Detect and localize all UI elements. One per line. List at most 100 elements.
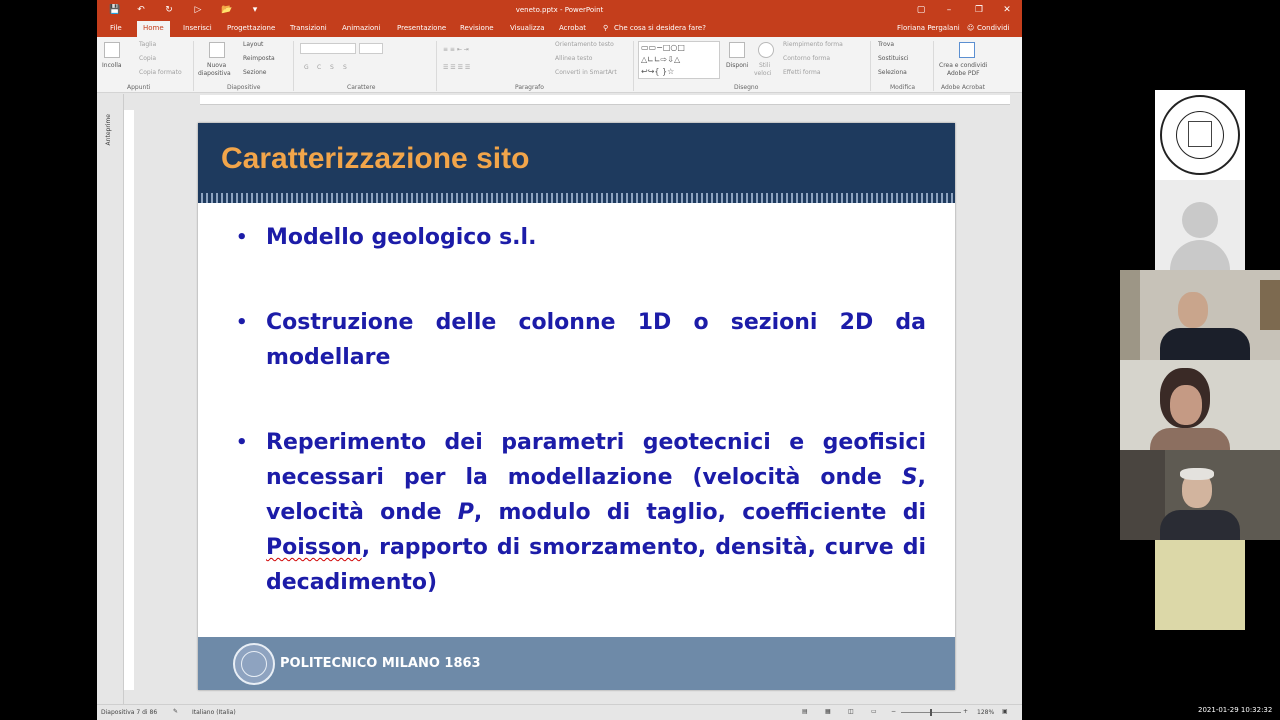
paste-icon[interactable] <box>104 42 120 58</box>
separator <box>293 41 294 91</box>
participant-tile-blank[interactable] <box>1155 540 1245 630</box>
spellcheck-icon[interactable]: ✎ <box>173 708 178 715</box>
shape-fill-button[interactable]: Riempimento forma <box>783 41 843 48</box>
participant-tile-avatar[interactable] <box>1155 180 1245 270</box>
minimize-icon[interactable]: – <box>943 4 955 16</box>
text-direction-button[interactable]: Orientamento testo <box>555 41 614 48</box>
shapes-gallery[interactable]: ▭▭−□○□ △∟∟⇨⇩△ ↩↪{ }☆ <box>638 41 720 79</box>
screen: 💾 ↶ ↻ ▷ 📂 ▾ veneto.pptx - PowerPoint ▢ –… <box>0 0 1280 720</box>
find-button[interactable]: Trova <box>878 41 894 48</box>
section-button[interactable]: Sezione <box>243 69 266 76</box>
vertical-ruler[interactable] <box>124 110 134 690</box>
title-bar: 💾 ↶ ↻ ▷ 📂 ▾ veneto.pptx - PowerPoint ▢ –… <box>97 0 1022 20</box>
arrange-icon[interactable] <box>729 42 745 58</box>
cut-button[interactable]: Taglia <box>139 41 156 48</box>
status-bar: Diapositiva 7 di 86 ✎ Italiano (Italia) … <box>97 704 1022 720</box>
p-wave-label: P <box>457 500 474 525</box>
avatar-body-icon <box>1170 240 1230 270</box>
close-icon[interactable]: ✕ <box>1001 4 1013 16</box>
zoom-in-icon[interactable]: + <box>963 708 968 715</box>
shape-effects-button[interactable]: Effetti forma <box>783 69 821 76</box>
quick-styles-icon[interactable] <box>758 42 774 58</box>
bullet-text-part: Reperimento dei parametri geotecnici e g… <box>266 430 926 490</box>
zoom-slider-thumb[interactable] <box>930 709 932 716</box>
slide-canvas[interactable]: Caratterizzazione sito • Modello geologi… <box>198 123 955 690</box>
italic-button[interactable]: C <box>317 64 321 71</box>
smartart-button[interactable]: Converti in SmartArt <box>555 69 617 76</box>
format-painter-button[interactable]: Copia formato <box>139 69 182 76</box>
zoom-level[interactable]: 128% <box>977 709 994 716</box>
align-text-button[interactable]: Allinea testo <box>555 55 592 62</box>
footer-text: POLITECNICO MILANO 1863 <box>280 656 481 671</box>
tab-transitions[interactable]: Transizioni <box>290 24 327 32</box>
select-button[interactable]: Seleziona <box>878 69 907 76</box>
participant-video-2[interactable] <box>1120 360 1280 450</box>
tell-me-box[interactable]: Che cosa si desidera fare? <box>614 24 706 32</box>
participant-video-3[interactable] <box>1120 450 1280 540</box>
powerpoint-window: 💾 ↶ ↻ ▷ 📂 ▾ veneto.pptx - PowerPoint ▢ –… <box>97 0 1022 720</box>
tab-home[interactable]: Home <box>137 21 170 37</box>
vertical-scrollbar[interactable] <box>1010 105 1020 690</box>
participant-tile-logo[interactable] <box>1155 90 1245 180</box>
layout-button[interactable]: Layout <box>243 41 263 48</box>
quick-styles-button-line2[interactable]: veloci <box>754 70 772 77</box>
tab-acrobat[interactable]: Acrobat <box>559 24 586 32</box>
group-label-slides: Diapositive <box>227 84 261 91</box>
underline-button[interactable]: S <box>330 64 334 71</box>
fit-slide-icon[interactable]: ▣ <box>1002 708 1008 715</box>
copy-button[interactable]: Copia <box>139 55 156 62</box>
ribbon-display-icon[interactable]: ▢ <box>915 4 927 16</box>
tab-design[interactable]: Progettazione <box>227 24 275 32</box>
replace-button[interactable]: Sostituisci <box>878 55 909 62</box>
reading-view-icon[interactable]: ◫ <box>848 708 854 715</box>
group-label-clipboard: Appunti <box>127 84 151 91</box>
s-wave-label: S <box>901 465 918 490</box>
create-pdf-button[interactable]: Crea e condividi <box>939 62 987 69</box>
tab-slideshow[interactable]: Presentazione <box>397 24 446 32</box>
group-label-paragraph: Paragrafo <box>515 84 544 91</box>
create-pdf-button-line2[interactable]: Adobe PDF <box>947 70 980 77</box>
separator <box>933 41 934 91</box>
bullet-text: Costruzione delle colonne 1D o sezioni 2… <box>266 310 926 370</box>
horizontal-ruler[interactable] <box>200 95 1010 105</box>
new-slide-button[interactable]: Nuova <box>207 62 226 69</box>
slideshow-view-icon[interactable]: ▭ <box>871 708 877 715</box>
paste-button[interactable]: Incolla <box>102 62 122 69</box>
bold-button[interactable]: G <box>304 64 309 71</box>
zoom-out-icon[interactable]: − <box>891 708 896 715</box>
arrange-button[interactable]: Disponi <box>726 62 748 69</box>
share-button[interactable]: Condividi <box>977 24 1009 32</box>
thumbnail-pane-label: Anteprime <box>105 114 112 146</box>
new-slide-button-line2[interactable]: diapositiva <box>198 70 231 77</box>
font-name-dropdown[interactable] <box>300 43 356 54</box>
strikethrough-button[interactable]: S <box>343 64 347 71</box>
language-indicator[interactable]: Italiano (Italia) <box>192 709 236 716</box>
font-size-dropdown[interactable] <box>359 43 383 54</box>
new-slide-icon[interactable] <box>209 42 225 58</box>
adobe-pdf-icon[interactable] <box>959 42 975 58</box>
slide-title[interactable]: Caratterizzazione sito <box>221 142 529 176</box>
tab-file[interactable]: File <box>110 24 122 32</box>
tab-review[interactable]: Revisione <box>460 24 494 32</box>
align-icons[interactable]: ☰ ☰ ☰ ☰ <box>443 64 470 71</box>
ribbon: Incolla Taglia Copia Copia formato Appun… <box>97 37 1022 93</box>
shape-outline-button[interactable]: Contorno forma <box>783 55 830 62</box>
quick-styles-button[interactable]: Stili <box>759 62 770 69</box>
participant-video-1[interactable] <box>1120 270 1280 360</box>
avatar-head-icon <box>1182 202 1218 238</box>
tab-insert[interactable]: Inserisci <box>183 24 212 32</box>
reset-button[interactable]: Reimposta <box>243 55 275 62</box>
slide-header-band: Caratterizzazione sito <box>198 123 955 203</box>
slide-sorter-icon[interactable]: ▦ <box>825 708 831 715</box>
document-title: veneto.pptx - PowerPoint <box>515 6 604 14</box>
bullets-icon[interactable]: ≡ ≡ ⇤ ⇥ <box>443 46 469 53</box>
thumbnail-pane[interactable]: Anteprime <box>97 94 124 704</box>
restore-icon[interactable]: ❐ <box>973 4 985 16</box>
bullet-text-part: , modulo di taglio, coefficiente di <box>473 500 926 525</box>
notes-icon[interactable]: ▤ <box>802 708 808 715</box>
bullet-text-part: , rapporto di smorzamento, densità, curv… <box>266 535 926 595</box>
tab-view[interactable]: Visualizza <box>510 24 544 32</box>
politecnico-logo-icon <box>233 643 275 685</box>
user-name[interactable]: Floriana Pergalani <box>897 24 960 32</box>
tab-animations[interactable]: Animazioni <box>342 24 381 32</box>
